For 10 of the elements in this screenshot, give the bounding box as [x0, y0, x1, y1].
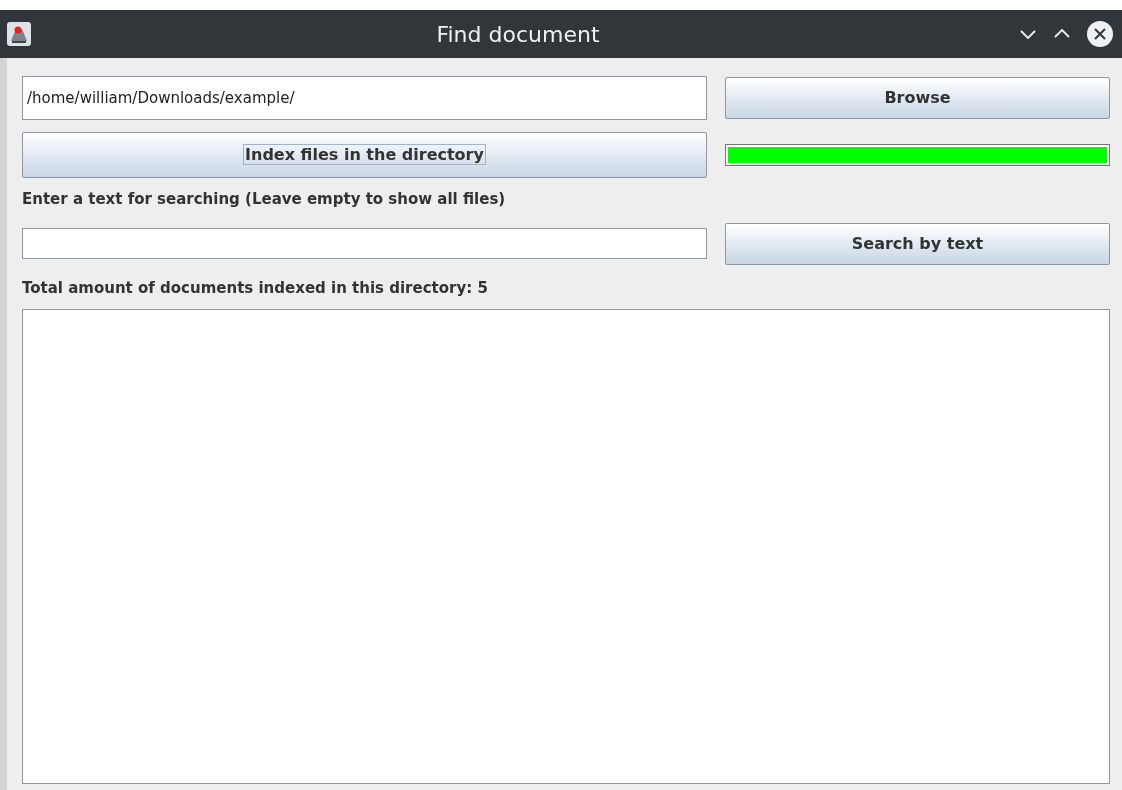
total-label: Total amount of documents indexed in this directory: 5: [22, 277, 489, 299]
window-title: Find document: [435, 20, 601, 49]
index-button[interactable]: Index files in the directory: [22, 132, 707, 178]
search-button[interactable]: Search by text: [725, 222, 1110, 265]
browse-button[interactable]: Browse: [725, 77, 1110, 119]
search-label: Enter a text for searching (Leave empty to show all files): [22, 189, 507, 210]
close-button[interactable]: [1086, 20, 1114, 48]
directory-field[interactable]: /home/william/Downloads/example/: [22, 76, 707, 120]
app-icon: [6, 21, 32, 47]
search-field[interactable]: [22, 228, 707, 259]
